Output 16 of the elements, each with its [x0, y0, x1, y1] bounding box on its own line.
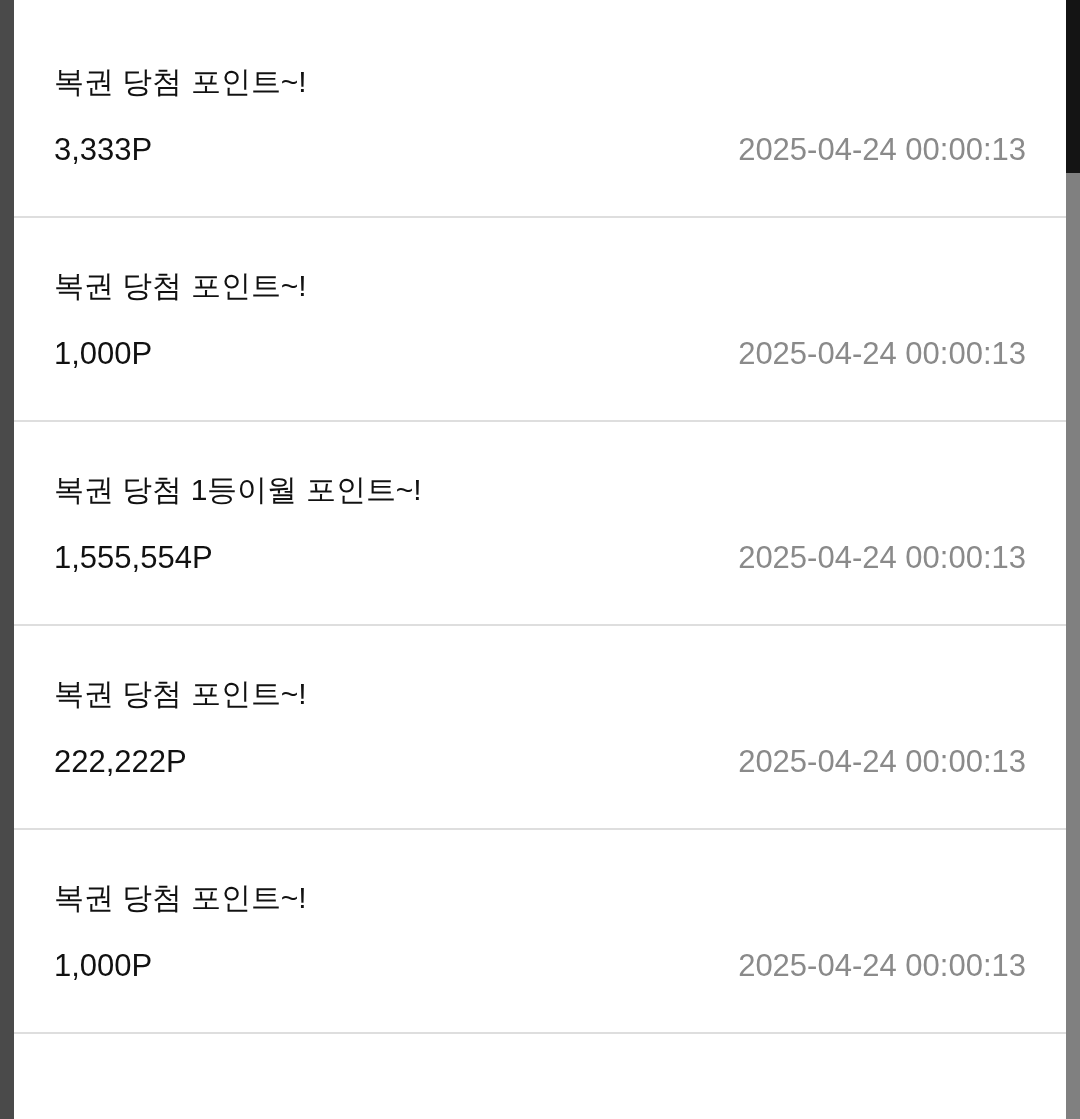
point-date: 2025-04-24 00:00:13 [738, 947, 1026, 985]
point-title: 복권 당첨 포인트~! [54, 268, 308, 304]
point-date: 2025-04-24 00:00:13 [738, 743, 1026, 781]
point-title: 복권 당첨 포인트~! [54, 64, 308, 100]
point-title: 복권 당첨 포인트~! [54, 676, 308, 712]
point-title: 복권 당첨 1등이월 포인트~! [54, 472, 423, 508]
point-amount: 3,333P [54, 131, 153, 169]
point-amount: 1,555,554P [54, 539, 213, 577]
point-date: 2025-04-24 00:00:13 [738, 335, 1026, 373]
point-title: 복권 당첨 포인트~! [54, 880, 308, 916]
point-date: 2025-04-24 00:00:13 [738, 131, 1026, 169]
point-amount: 1,000P [54, 335, 153, 373]
point-date: 2025-04-24 00:00:13 [738, 539, 1026, 577]
point-amount: 222,222P [54, 743, 187, 781]
scrollbar-thumb[interactable] [1066, 0, 1080, 173]
point-amount: 1,000P [54, 947, 153, 985]
